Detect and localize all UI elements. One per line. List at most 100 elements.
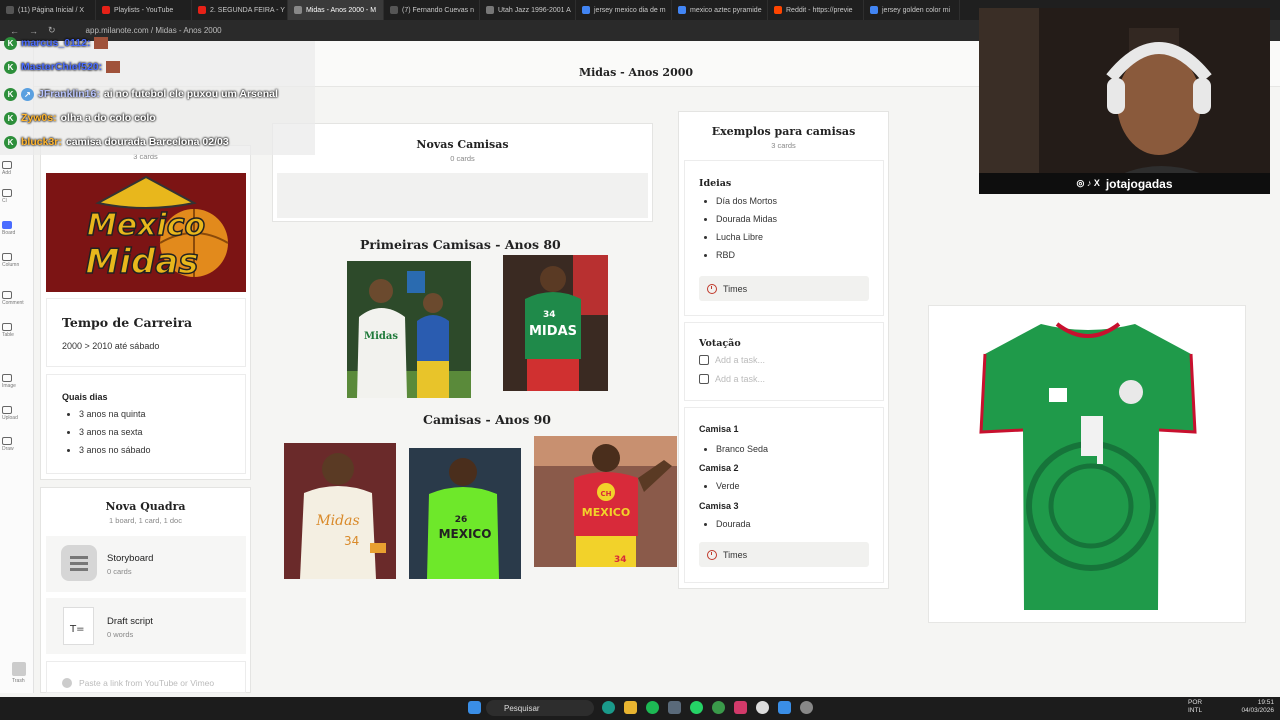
rail-label: Cl xyxy=(2,198,7,204)
chat-username: Zyw0s: xyxy=(21,112,57,124)
video-link-input[interactable]: Paste a link from YouTube or Vimeo xyxy=(79,678,214,688)
list-item: 3 anos na quinta xyxy=(79,410,151,419)
social-icons: ◎ ♪ X xyxy=(1076,178,1100,188)
jersey-image-mexico-green[interactable] xyxy=(928,305,1246,623)
list-item: Dourada xyxy=(716,520,751,529)
list-item: 3 anos no sábado xyxy=(79,446,151,455)
rail-label: Draw xyxy=(2,446,14,452)
days-title: Quais dias xyxy=(62,392,108,402)
list-item: RBD xyxy=(716,251,777,260)
mexico-midas-logo[interactable]: Mexico Midas xyxy=(46,173,246,292)
steam-icon[interactable] xyxy=(668,701,681,714)
jersey-image-midas-white-80s[interactable]: Midas xyxy=(347,261,471,398)
jersey-image-midas-green-80s[interactable]: 34 MIDAS xyxy=(503,255,608,391)
chat-username: bluck3r: xyxy=(21,136,62,148)
list-item: Verde xyxy=(716,482,740,491)
jersey-image-midas-white-90s[interactable]: Midas 34 xyxy=(284,443,396,579)
whatsapp-icon[interactable] xyxy=(690,701,703,714)
windows-start-icon[interactable] xyxy=(468,701,481,714)
storyboard-card[interactable]: Storyboard 0 cards xyxy=(46,536,246,592)
browser-tab[interactable]: jersey mexico dia de m xyxy=(576,0,672,20)
jersey-image-mexico-red-90s[interactable]: CH MEXICO 34 xyxy=(534,436,677,567)
folder-icon[interactable] xyxy=(624,701,637,714)
rail-item-column[interactable]: Column xyxy=(2,253,32,268)
browser-tab[interactable]: (11) Página Inicial / X xyxy=(0,0,96,20)
table-icon xyxy=(2,323,12,331)
app-icon[interactable] xyxy=(602,701,615,714)
spotify-icon[interactable] xyxy=(646,701,659,714)
novas-camisas-column[interactable]: Novas Camisas 0 cards xyxy=(272,123,653,222)
jersey-text: Midas xyxy=(315,513,359,529)
rail-item-add[interactable]: Add xyxy=(2,161,32,176)
task-input[interactable]: Add a task... xyxy=(715,355,765,365)
app-icon[interactable] xyxy=(778,701,791,714)
browser-tab[interactable]: (7) Fernando Cuevas n xyxy=(384,0,480,20)
camisa1-title: Camisa 1 xyxy=(699,424,739,434)
camisa3-list: Dourada xyxy=(699,520,751,538)
video-link-card[interactable]: Paste a link from YouTube or Vimeo xyxy=(46,661,246,693)
chrome-icon[interactable] xyxy=(712,701,725,714)
clock-time: 19:51 xyxy=(1257,699,1274,706)
forward-icon[interactable]: → xyxy=(29,26,38,36)
image-icon xyxy=(2,374,12,382)
link-icon xyxy=(2,189,12,197)
logo-text-midas: Midas xyxy=(85,242,198,282)
days-card[interactable]: Quais dias 3 anos na quinta 3 anos na se… xyxy=(46,374,246,474)
browser-tab[interactable]: Midas - Anos 2000 - M xyxy=(288,0,384,20)
rail-item-board[interactable]: Board xyxy=(2,221,32,236)
draft-script-card[interactable]: T= Draft script 0 words xyxy=(46,598,246,654)
obs-icon[interactable] xyxy=(756,701,769,714)
rail-item-draw[interactable]: Draw xyxy=(2,437,32,452)
drop-zone[interactable] xyxy=(277,173,648,218)
search-label: Pesquisar xyxy=(504,703,540,713)
tab-favicon-icon xyxy=(102,6,110,14)
jersey-image-mexico-green-90s[interactable]: 26 MEXICO xyxy=(409,448,521,579)
webcam-handle-bar: ◎ ♪ X jotajogadas xyxy=(979,173,1270,194)
rail-item-table[interactable]: Table xyxy=(2,323,32,338)
section-anos-90: Camisas - Anos 90 xyxy=(423,412,551,427)
browser-tab[interactable]: 2. SEGUNDA FEIRA - Y xyxy=(192,0,288,20)
checkbox[interactable] xyxy=(699,374,709,384)
trash-icon[interactable] xyxy=(12,662,26,676)
times-link[interactable]: Times xyxy=(699,276,869,301)
chat-message: K MasterChief520: xyxy=(4,59,121,75)
trash-label: Trash xyxy=(12,678,25,684)
rail-item-link[interactable]: Cl xyxy=(2,189,32,204)
lang-1: POR xyxy=(1188,699,1203,706)
tab-favicon-icon xyxy=(390,6,398,14)
svg-text:T=: T= xyxy=(69,624,85,635)
votacao-title: Votação xyxy=(699,338,741,349)
back-icon[interactable]: ← xyxy=(10,26,19,36)
task-input[interactable]: Add a task... xyxy=(715,374,765,384)
rail-item-upload[interactable]: Upload xyxy=(2,406,32,421)
chat-message: K Zyw0s: olha a do colo colo xyxy=(4,110,156,126)
task-item[interactable]: Add a task... xyxy=(699,355,765,365)
rail-item-image[interactable]: Image xyxy=(2,374,32,389)
app-icon[interactable] xyxy=(734,701,747,714)
chat-message: K bluck3r: camisa dourada Barcelona 02/0… xyxy=(4,134,229,150)
clock-date: 04/03/2026 xyxy=(1241,706,1274,714)
career-card[interactable]: Tempo de Carreira 2000 > 2010 até sábado xyxy=(46,298,246,367)
browser-tab[interactable]: Playlists - YouTube xyxy=(96,0,192,20)
rail-label: Board xyxy=(2,230,16,236)
windows-taskbar xyxy=(0,697,1280,720)
exemplos-title: Exemplos para camisas xyxy=(711,125,856,138)
jersey-text: MIDAS xyxy=(529,324,577,339)
column-icon xyxy=(2,253,12,261)
task-item[interactable]: Add a task... xyxy=(699,374,765,384)
times-label: Times xyxy=(723,549,748,560)
checkbox[interactable] xyxy=(699,355,709,365)
browser-tab[interactable]: Reddit - https://previe xyxy=(768,0,864,20)
taskbar-clock[interactable]: 19:51 04/03/2026 xyxy=(1236,699,1274,715)
browser-tab[interactable]: mexico aztec pyramide xyxy=(672,0,768,20)
times-link[interactable]: Times xyxy=(699,542,869,567)
url-field[interactable]: app.milanote.com / Midas - Anos 2000 xyxy=(86,26,222,35)
browser-tab[interactable]: Utah Jazz 1996-2001 A xyxy=(480,0,576,20)
keyboard-layout[interactable]: POR INTL xyxy=(1188,699,1202,715)
tab-favicon-icon xyxy=(582,6,590,14)
list-item: Dourada Midas xyxy=(716,215,777,224)
browser-tab[interactable]: jersey golden color mi xyxy=(864,0,960,20)
taskbar-search[interactable]: Pesquisar xyxy=(486,700,594,716)
rail-item-comment[interactable]: Comment xyxy=(2,291,32,306)
settings-icon[interactable] xyxy=(800,701,813,714)
